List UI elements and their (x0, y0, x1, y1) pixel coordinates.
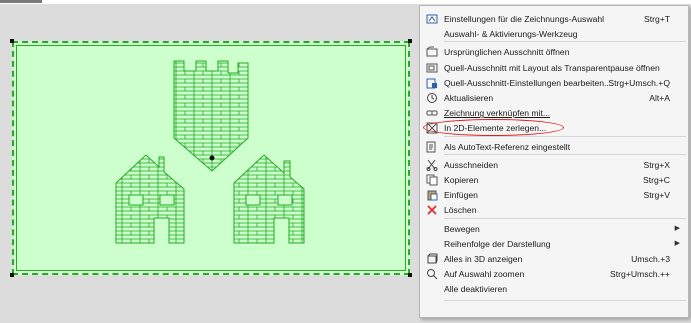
refresh-icon (427, 93, 437, 103)
frame-handle-bottom-right[interactable] (408, 273, 412, 277)
drawing-frame[interactable] (12, 41, 410, 275)
menu-separator (444, 153, 686, 155)
drawing-settings-icon (426, 14, 438, 24)
frame-handle-bottom-left[interactable] (10, 273, 14, 277)
autotext-icon (426, 141, 436, 153)
menu-separator (444, 300, 686, 301)
link-icon (426, 110, 438, 116)
left-house (115, 154, 185, 244)
right-house (233, 154, 305, 244)
drawing-canvas[interactable] (0, 4, 425, 323)
show-3d-icon (427, 253, 438, 264)
houses-drawing (115, 60, 305, 244)
menu-item-label: Alles in 3D anzeigen (444, 254, 523, 264)
menu-item-label: Auf Auswahl zoomen (444, 269, 525, 280)
frame-handle-top-left[interactable] (10, 39, 14, 43)
menu-item-label: Alle deaktivieren (444, 284, 508, 295)
menu-item-shortcut: Umsch.+3 (631, 254, 670, 264)
submenu-arrow-icon: ▶ (674, 239, 680, 247)
menu-item-shortcut: Strg+Umsch.++ (610, 269, 670, 280)
menu-item-deactivate-all[interactable]: Alle deaktivieren (420, 280, 688, 298)
zoom-icon (427, 269, 438, 280)
trace-icon (426, 63, 438, 73)
menu-separator (444, 41, 686, 43)
open-view-icon (426, 46, 438, 57)
context-menu: Einstellungen für die Zeichnungs-Auswahl… (419, 5, 689, 318)
top-house (173, 60, 249, 172)
cut-icon (426, 159, 438, 171)
delete-icon (427, 205, 437, 216)
center-point (209, 155, 215, 161)
top-strip-marker (0, 0, 42, 3)
paste-icon (427, 190, 438, 201)
frame-handle-top-right[interactable] (408, 39, 412, 43)
menu-separator (444, 217, 686, 219)
submenu-arrow-icon: ▶ (674, 224, 680, 232)
copy-icon (426, 174, 438, 186)
view-settings-icon (426, 78, 437, 89)
